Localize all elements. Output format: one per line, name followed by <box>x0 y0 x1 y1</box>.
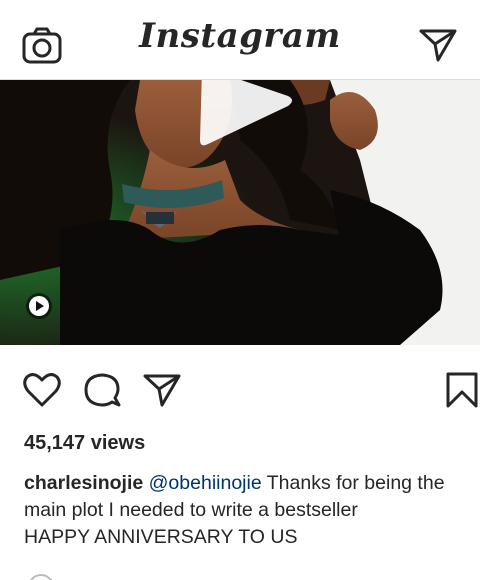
post-actions <box>0 365 480 415</box>
caption-text-1: Thanks for being the <box>266 472 445 494</box>
caption-line-1: charlesinojie @obehiinojie Thanks for be… <box>24 470 474 497</box>
caption-text-2: main plot I needed to write a bestseller <box>24 499 358 521</box>
video-indicator <box>26 293 52 319</box>
caption-mention[interactable]: @obehiinojie <box>149 472 262 494</box>
heart-icon[interactable] <box>22 371 62 409</box>
direct-message-icon[interactable] <box>418 26 458 62</box>
view-count: 45,147 views <box>24 432 146 454</box>
bookmark-icon[interactable] <box>444 371 480 409</box>
post-caption: charlesinojie @obehiinojie Thanks for be… <box>24 470 474 551</box>
avatar[interactable] <box>28 574 54 580</box>
caption-username[interactable]: charlesinojie <box>24 472 143 494</box>
video-play-icon <box>29 296 49 316</box>
caption-text-3: HAPPY ANNIVERSARY TO US <box>24 526 298 548</box>
instagram-logo: Instagram <box>139 16 341 56</box>
top-bar: Instagram <box>0 0 480 80</box>
play-icon[interactable] <box>196 80 296 150</box>
comment-icon[interactable] <box>82 371 122 409</box>
post-video[interactable] <box>0 80 480 345</box>
share-icon[interactable] <box>142 371 182 409</box>
